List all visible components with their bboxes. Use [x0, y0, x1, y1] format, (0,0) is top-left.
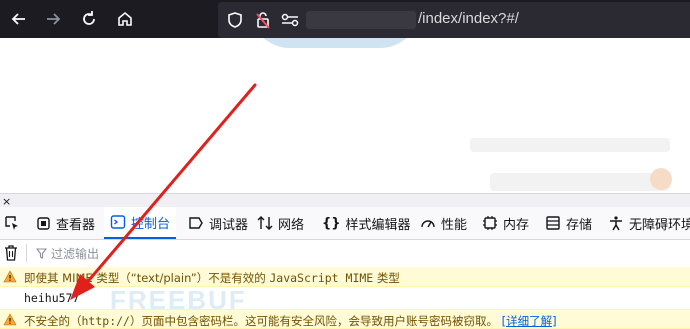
red-annotation-arrow [70, 83, 257, 300]
